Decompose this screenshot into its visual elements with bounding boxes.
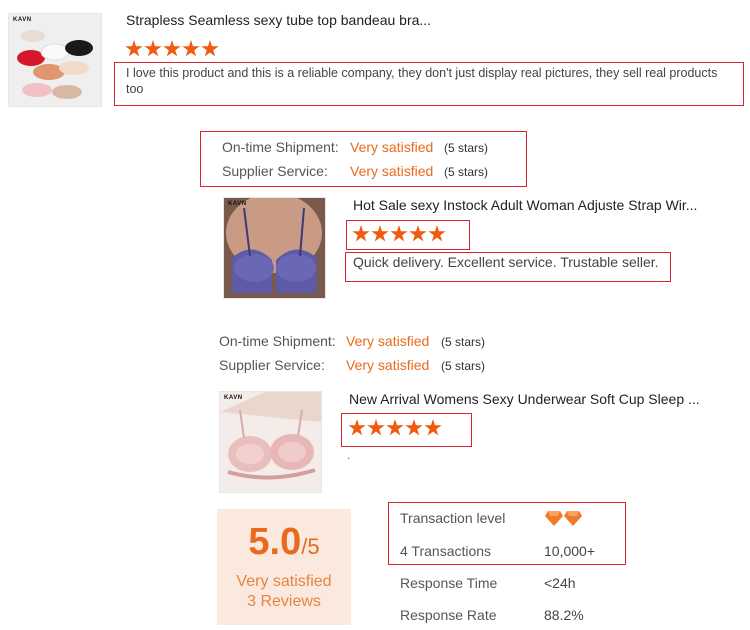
on-time-shipment-value-1: Very satisfied xyxy=(350,139,434,155)
transaction-level-diamonds xyxy=(545,510,582,526)
star-icon xyxy=(424,419,442,436)
product-image-1 xyxy=(9,14,101,106)
rating-stars-2 xyxy=(352,225,446,243)
transaction-level-label: Transaction level xyxy=(400,510,506,526)
rating-stars-3 xyxy=(348,419,442,437)
response-rate-label: Response Rate xyxy=(400,607,497,623)
on-time-shipment-label-2: On-time Shipment: xyxy=(219,333,336,349)
overall-label: Very satisfied xyxy=(236,573,332,590)
rating-stars-1 xyxy=(125,40,219,58)
star-icon xyxy=(182,40,200,57)
score-out-of: /5 xyxy=(301,534,320,559)
star-icon xyxy=(371,225,389,242)
product-title-3[interactable]: New Arrival Womens Sexy Underwear Soft C… xyxy=(349,391,700,407)
star-icon xyxy=(405,419,423,436)
star-icon xyxy=(125,40,143,57)
star-icon xyxy=(386,419,404,436)
diamond-icon xyxy=(564,511,582,526)
star-icon xyxy=(201,40,219,57)
on-time-shipment-stars-2: (5 stars) xyxy=(441,335,486,349)
product-thumbnail-2[interactable]: KAVN xyxy=(223,197,326,299)
response-rate-value: 88.2% xyxy=(544,607,584,623)
on-time-shipment-value-2: Very satisfied xyxy=(346,333,430,349)
supplier-service-stars-1: (5 stars) xyxy=(444,165,489,179)
transactions-value: 10,000+ xyxy=(544,543,595,559)
star-icon xyxy=(348,419,366,436)
product-thumbnail-1[interactable]: KAVN xyxy=(8,13,102,107)
star-icon xyxy=(428,225,446,242)
review-comment-3: . xyxy=(347,448,351,462)
on-time-shipment-label-1: On-time Shipment: xyxy=(222,139,339,155)
supplier-service-label-2: Supplier Service: xyxy=(219,357,325,373)
star-icon xyxy=(144,40,162,57)
review-count: 3 Reviews xyxy=(247,593,321,610)
star-icon xyxy=(390,225,408,242)
review-comment-2: Quick delivery. Excellent service. Trust… xyxy=(353,254,659,270)
supplier-service-stars-2: (5 stars) xyxy=(441,359,486,373)
overall-score: 5.0 xyxy=(248,521,302,563)
product-image-3 xyxy=(220,392,321,492)
overall-score-card: 5.0/5 Very satisfied 3 Reviews xyxy=(217,509,351,625)
product-title-1[interactable]: Strapless Seamless sexy tube top bandeau… xyxy=(126,12,431,28)
score-line: 5.0/5 xyxy=(217,521,351,564)
star-icon xyxy=(163,40,181,57)
brand-label: KAVN xyxy=(228,201,247,207)
supplier-service-value-1: Very satisfied xyxy=(350,163,434,179)
transactions-label: 4 Transactions xyxy=(400,543,492,559)
product-title-2[interactable]: Hot Sale sexy Instock Adult Woman Adjust… xyxy=(353,197,697,213)
star-icon xyxy=(367,419,385,436)
brand-label: KAVN xyxy=(224,395,243,401)
response-time-label: Response Time xyxy=(400,575,498,591)
product-image-2 xyxy=(224,198,325,298)
response-time-value: <24h xyxy=(544,575,576,591)
diamond-icon xyxy=(545,511,563,526)
product-thumbnail-3[interactable]: KAVN xyxy=(219,391,322,493)
on-time-shipment-stars-1: (5 stars) xyxy=(444,141,489,155)
star-icon xyxy=(409,225,427,242)
brand-label: KAVN xyxy=(13,17,32,23)
review-comment-1: I love this product and this is a reliab… xyxy=(126,66,718,96)
supplier-service-label-1: Supplier Service: xyxy=(222,163,328,179)
star-icon xyxy=(352,225,370,242)
supplier-service-value-2: Very satisfied xyxy=(346,357,430,373)
